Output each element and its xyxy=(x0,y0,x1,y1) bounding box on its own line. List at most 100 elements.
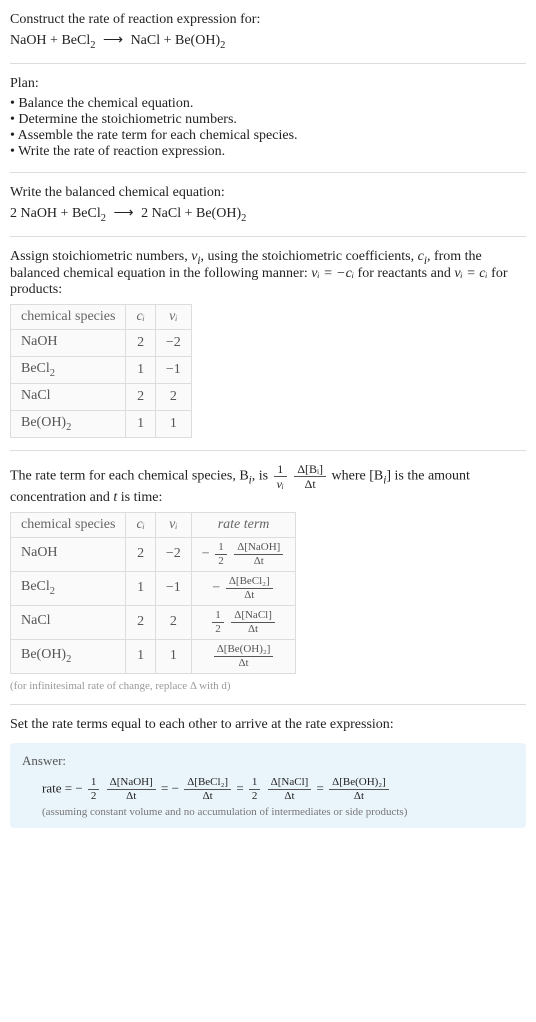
table-row: NaOH 2 −2 xyxy=(11,330,192,357)
cell-nui: 2 xyxy=(155,383,191,410)
plan-item: Balance the chemical equation. xyxy=(10,96,526,112)
den: 2 xyxy=(212,623,224,635)
cell-species: NaCl xyxy=(11,605,126,639)
arrow-icon: ⟶ xyxy=(109,206,137,221)
cell-ci: 2 xyxy=(126,537,155,571)
frac-rate: Δ[NaOH]Δt xyxy=(107,777,156,802)
cell-species: NaOH xyxy=(11,537,126,571)
frac-rate: Δ[NaCl]Δt xyxy=(231,610,275,635)
den: Δt xyxy=(268,790,312,802)
num: Δ[NaOH] xyxy=(234,542,283,555)
cell-nui: 1 xyxy=(155,410,191,437)
plan-heading: Plan: xyxy=(10,76,526,92)
table-row: BeCl2 1 −1 − Δ[BeCl₂]Δt xyxy=(11,571,296,605)
sp: BeCl xyxy=(21,361,50,376)
cell-nui: −2 xyxy=(155,330,191,357)
txt: The rate term for each chemical species,… xyxy=(10,468,249,483)
num: Δ[BeCl₂] xyxy=(226,576,273,589)
rateterm-text: The rate term for each chemical species,… xyxy=(10,463,526,506)
frac-rate: Δ[Bᵢ] Δt xyxy=(294,463,326,490)
den: Δt xyxy=(329,790,389,802)
cell-ci: 1 xyxy=(126,410,155,437)
cell-nui: −1 xyxy=(155,357,191,384)
sp-sub: 2 xyxy=(66,654,71,665)
answer-box: Answer: rate = − 12 Δ[NaOH]Δt = − Δ[BeCl… xyxy=(10,743,526,828)
neg-sign: − xyxy=(202,546,210,561)
num: 1 xyxy=(215,542,227,555)
table-row: BeCl2 1 −1 xyxy=(11,357,192,384)
eq-sub: 2 xyxy=(241,213,246,224)
cell-nui: 2 xyxy=(155,605,191,639)
frac-rate: Δ[BeCl₂]Δt xyxy=(184,777,231,802)
eq-rhs: 2 NaCl + Be(OH) xyxy=(141,206,241,221)
assign-text: Assign stoichiometric numbers, νi, using… xyxy=(10,249,526,299)
table-header-row: chemical species cᵢ νᵢ xyxy=(11,305,192,330)
den: Δt xyxy=(294,477,326,490)
frac-coef: 12 xyxy=(249,777,261,802)
cell-species: Be(OH)2 xyxy=(11,410,126,437)
sp: Be(OH) xyxy=(21,415,66,430)
cell-rate: Δ[Be(OH)₂]Δt xyxy=(191,639,296,673)
num: 1 xyxy=(249,777,261,790)
table-row: Be(OH)2 1 1 xyxy=(11,410,192,437)
rate-word: rate = − xyxy=(42,780,83,795)
table-row: NaOH 2 −2 − 12 Δ[NaOH]Δt xyxy=(11,537,296,571)
divider xyxy=(10,236,526,237)
txt: where [B xyxy=(332,468,384,483)
intro: Construct the rate of reaction expressio… xyxy=(10,12,526,51)
num: 1 xyxy=(88,777,100,790)
table-row: NaCl 2 2 xyxy=(11,383,192,410)
frac-coef: 1 νᵢ xyxy=(274,463,287,490)
num: Δ[Be(OH)₂] xyxy=(329,777,389,790)
frac-coef: 12 xyxy=(88,777,100,802)
cell-nui: 1 xyxy=(155,639,191,673)
num: Δ[Bᵢ] xyxy=(294,463,326,477)
den: νᵢ xyxy=(274,477,287,490)
sp: NaOH xyxy=(21,545,58,560)
eq-sub: 2 xyxy=(220,40,225,51)
plan-section: Plan: Balance the chemical equation. Det… xyxy=(10,76,526,160)
cell-species: NaOH xyxy=(11,330,126,357)
num: Δ[NaCl] xyxy=(268,777,312,790)
col-ci: cᵢ xyxy=(126,512,155,537)
col-ci: cᵢ xyxy=(126,305,155,330)
answer-note: (assuming constant volume and no accumul… xyxy=(42,806,514,818)
cell-rate: − 12 Δ[NaOH]Δt xyxy=(191,537,296,571)
txt: Assign stoichiometric numbers, xyxy=(10,249,191,264)
den: 2 xyxy=(249,790,261,802)
col-nui: νᵢ xyxy=(155,512,191,537)
answer-label: Answer: xyxy=(22,753,514,769)
eq-sub: 2 xyxy=(101,213,106,224)
rate-term-table: chemical species cᵢ νᵢ rate term NaOH 2 … xyxy=(10,512,296,674)
table-row: Be(OH)2 1 1 Δ[Be(OH)₂]Δt xyxy=(11,639,296,673)
divider xyxy=(10,63,526,64)
table-hint: (for infinitesimal rate of change, repla… xyxy=(10,680,526,692)
txt: , using the stoichiometric coefficients, xyxy=(201,249,418,264)
frac-coef: 12 xyxy=(212,610,224,635)
cell-ci: 1 xyxy=(126,571,155,605)
cell-rate: 12 Δ[NaCl]Δt xyxy=(191,605,296,639)
den: Δt xyxy=(214,657,274,669)
divider xyxy=(10,704,526,705)
cell-nui: −1 xyxy=(155,571,191,605)
stoich-table: chemical species cᵢ νᵢ NaOH 2 −2 BeCl2 1… xyxy=(10,304,192,437)
den: Δt xyxy=(234,555,283,567)
eq-sign: = xyxy=(161,780,172,795)
col-species: chemical species xyxy=(11,512,126,537)
col-nui: νᵢ xyxy=(155,305,191,330)
rel: νᵢ = cᵢ xyxy=(454,266,487,281)
final-sentence: Set the rate terms equal to each other t… xyxy=(10,717,526,733)
sp-sub: 2 xyxy=(50,586,55,597)
divider xyxy=(10,450,526,451)
frac-rate: Δ[BeCl₂]Δt xyxy=(226,576,273,601)
num: Δ[BeCl₂] xyxy=(184,777,231,790)
den: 2 xyxy=(88,790,100,802)
divider xyxy=(10,172,526,173)
col-species: chemical species xyxy=(11,305,126,330)
balanced-section: Write the balanced chemical equation: 2 … xyxy=(10,185,526,224)
cell-species: Be(OH)2 xyxy=(11,639,126,673)
balanced-heading: Write the balanced chemical equation: xyxy=(10,185,526,201)
intro-prompt: Construct the rate of reaction expressio… xyxy=(10,12,526,28)
unbalanced-equation: NaOH + BeCl2 ⟶ NaCl + Be(OH)2 xyxy=(10,32,526,51)
plan-item: Assemble the rate term for each chemical… xyxy=(10,128,526,144)
